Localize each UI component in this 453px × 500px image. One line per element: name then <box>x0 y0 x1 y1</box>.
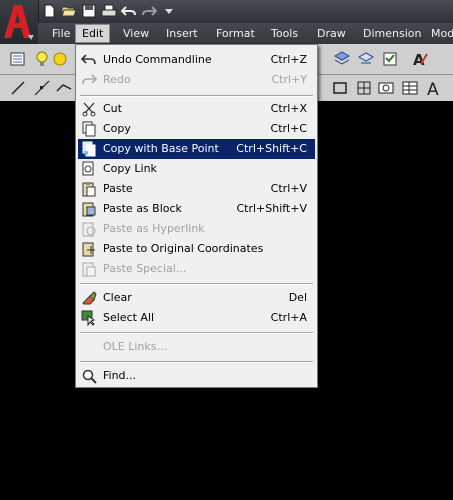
paste-coordinates-icon <box>81 241 97 257</box>
menu-edit[interactable]: Edit <box>75 24 111 43</box>
menu-item-paste-as-block[interactable]: Paste as Block Ctrl+Shift+V <box>78 199 315 219</box>
eraser-icon <box>81 290 97 306</box>
menu-item-shortcut: Del <box>288 291 307 304</box>
table-icon[interactable] <box>400 78 420 98</box>
print-icon[interactable] <box>100 2 118 20</box>
menu-item-copy-link[interactable]: Copy Link <box>78 159 315 179</box>
menu-separator <box>80 95 313 97</box>
copy-link-icon <box>81 161 97 177</box>
menu-item-label: Paste as Hyperlink <box>103 222 205 235</box>
menu-item-paste-special[interactable]: Paste Special... <box>78 259 315 279</box>
menu-item-undo-commandline[interactable]: Undo Commandline Ctrl+Z <box>78 50 315 70</box>
multiline-text-icon[interactable]: A <box>424 78 444 98</box>
menu-bar: File Edit View Insert Format Tools Draw … <box>38 23 453 45</box>
layer-match-icon[interactable] <box>380 49 400 69</box>
menu-item-shortcut: Ctrl+A <box>270 311 307 324</box>
paste-block-icon <box>81 201 97 217</box>
redo-icon <box>81 72 97 88</box>
menu-dimension[interactable]: Dimension <box>357 25 427 42</box>
menu-item-label: Redo <box>103 73 131 86</box>
quick-access-toolbar <box>40 2 178 20</box>
open-icon[interactable] <box>60 2 78 20</box>
undo-icon <box>81 52 97 68</box>
menu-format[interactable]: Format <box>210 25 261 42</box>
menu-item-label: Copy <box>103 122 131 135</box>
menu-separator <box>80 283 313 285</box>
menu-item-label: Paste Special... <box>103 262 187 275</box>
menu-item-paste-as-hyperlink[interactable]: Paste as Hyperlink <box>78 219 315 239</box>
scissors-icon <box>81 101 97 117</box>
menu-item-shortcut: Ctrl+Shift+C <box>236 142 307 155</box>
app-logo-icon <box>4 5 34 40</box>
menu-tools[interactable]: Tools <box>265 25 304 42</box>
copy-base-point-icon <box>81 141 97 157</box>
menu-item-label: Paste to Original Coordinates <box>103 242 264 255</box>
undo-icon[interactable] <box>120 2 138 20</box>
menu-item-label: Copy Link <box>103 162 157 175</box>
menu-item-shortcut: Ctrl+Y <box>271 73 307 86</box>
menu-file[interactable]: File <box>46 25 76 42</box>
svg-text:A: A <box>427 80 439 98</box>
menu-view[interactable]: View <box>117 25 155 42</box>
line-icon[interactable] <box>8 78 28 98</box>
layer-previous-icon[interactable] <box>356 49 376 69</box>
redo-icon[interactable] <box>140 2 158 20</box>
menu-item-clear[interactable]: Clear Del <box>78 288 315 308</box>
menu-item-label: Paste <box>103 182 133 195</box>
select-all-icon <box>81 310 97 326</box>
menu-item-shortcut: Ctrl+X <box>270 102 307 115</box>
menu-draw[interactable]: Draw <box>311 25 352 42</box>
dropdown-arrow-icon[interactable] <box>160 2 178 20</box>
menu-item-redo[interactable]: Redo Ctrl+Y <box>78 70 315 90</box>
menu-separator <box>80 332 313 334</box>
menu-item-label: Select All <box>103 311 155 324</box>
menu-item-shortcut: Ctrl+Z <box>270 53 307 66</box>
menu-item-shortcut: Ctrl+C <box>270 122 307 135</box>
layer-state-icon[interactable] <box>332 49 352 69</box>
menu-insert[interactable]: Insert <box>160 25 204 42</box>
hatch-icon[interactable] <box>376 78 396 98</box>
menu-item-label: Undo Commandline <box>103 53 212 66</box>
menu-item-label: Cut <box>103 102 122 115</box>
menu-item-find[interactable]: Find... <box>78 366 315 386</box>
menu-item-label: Paste as Block <box>103 202 182 215</box>
paste-icon <box>81 181 97 197</box>
menu-item-ole-links[interactable]: OLE Links... <box>78 337 315 357</box>
menu-item-label: OLE Links... <box>103 340 167 353</box>
find-icon <box>81 368 97 384</box>
menu-item-shortcut: Ctrl+V <box>270 182 307 195</box>
menu-item-copy-with-base-point[interactable]: Copy with Base Point Ctrl+Shift+C <box>78 139 315 159</box>
menu-modify[interactable]: Mod <box>425 25 453 42</box>
lightbulb-icon[interactable] <box>32 49 52 69</box>
menu-item-cut[interactable]: Cut Ctrl+X <box>78 99 315 119</box>
polyline-icon[interactable] <box>54 78 74 98</box>
menu-item-label: Clear <box>103 291 132 304</box>
menu-item-paste-to-original-coordinates[interactable]: Paste to Original Coordinates <box>78 239 315 259</box>
copy-icon <box>81 121 97 137</box>
paste-special-icon <box>81 261 97 277</box>
new-icon[interactable] <box>40 2 58 20</box>
menu-item-shortcut: Ctrl+Shift+V <box>236 202 307 215</box>
paste-hyperlink-icon <box>81 221 97 237</box>
menu-item-select-all[interactable]: Select All Ctrl+A <box>78 308 315 328</box>
text-style-icon[interactable]: A <box>410 49 430 69</box>
edit-menu-dropdown: Undo Commandline Ctrl+Z Redo Ctrl+Y Cut … <box>75 44 318 388</box>
menu-separator <box>80 361 313 363</box>
region-icon[interactable] <box>354 78 374 98</box>
application-menu-button[interactable] <box>0 0 39 44</box>
rectangle-icon[interactable] <box>330 78 350 98</box>
menu-item-copy[interactable]: Copy Ctrl+C <box>78 119 315 139</box>
menu-item-paste[interactable]: Paste Ctrl+V <box>78 179 315 199</box>
layer-properties-icon[interactable] <box>8 49 28 69</box>
sun-icon[interactable] <box>50 49 70 69</box>
construction-line-icon[interactable] <box>32 78 52 98</box>
menu-item-label: Copy with Base Point <box>103 142 219 155</box>
menu-item-label: Find... <box>103 369 137 382</box>
save-icon[interactable] <box>80 2 98 20</box>
